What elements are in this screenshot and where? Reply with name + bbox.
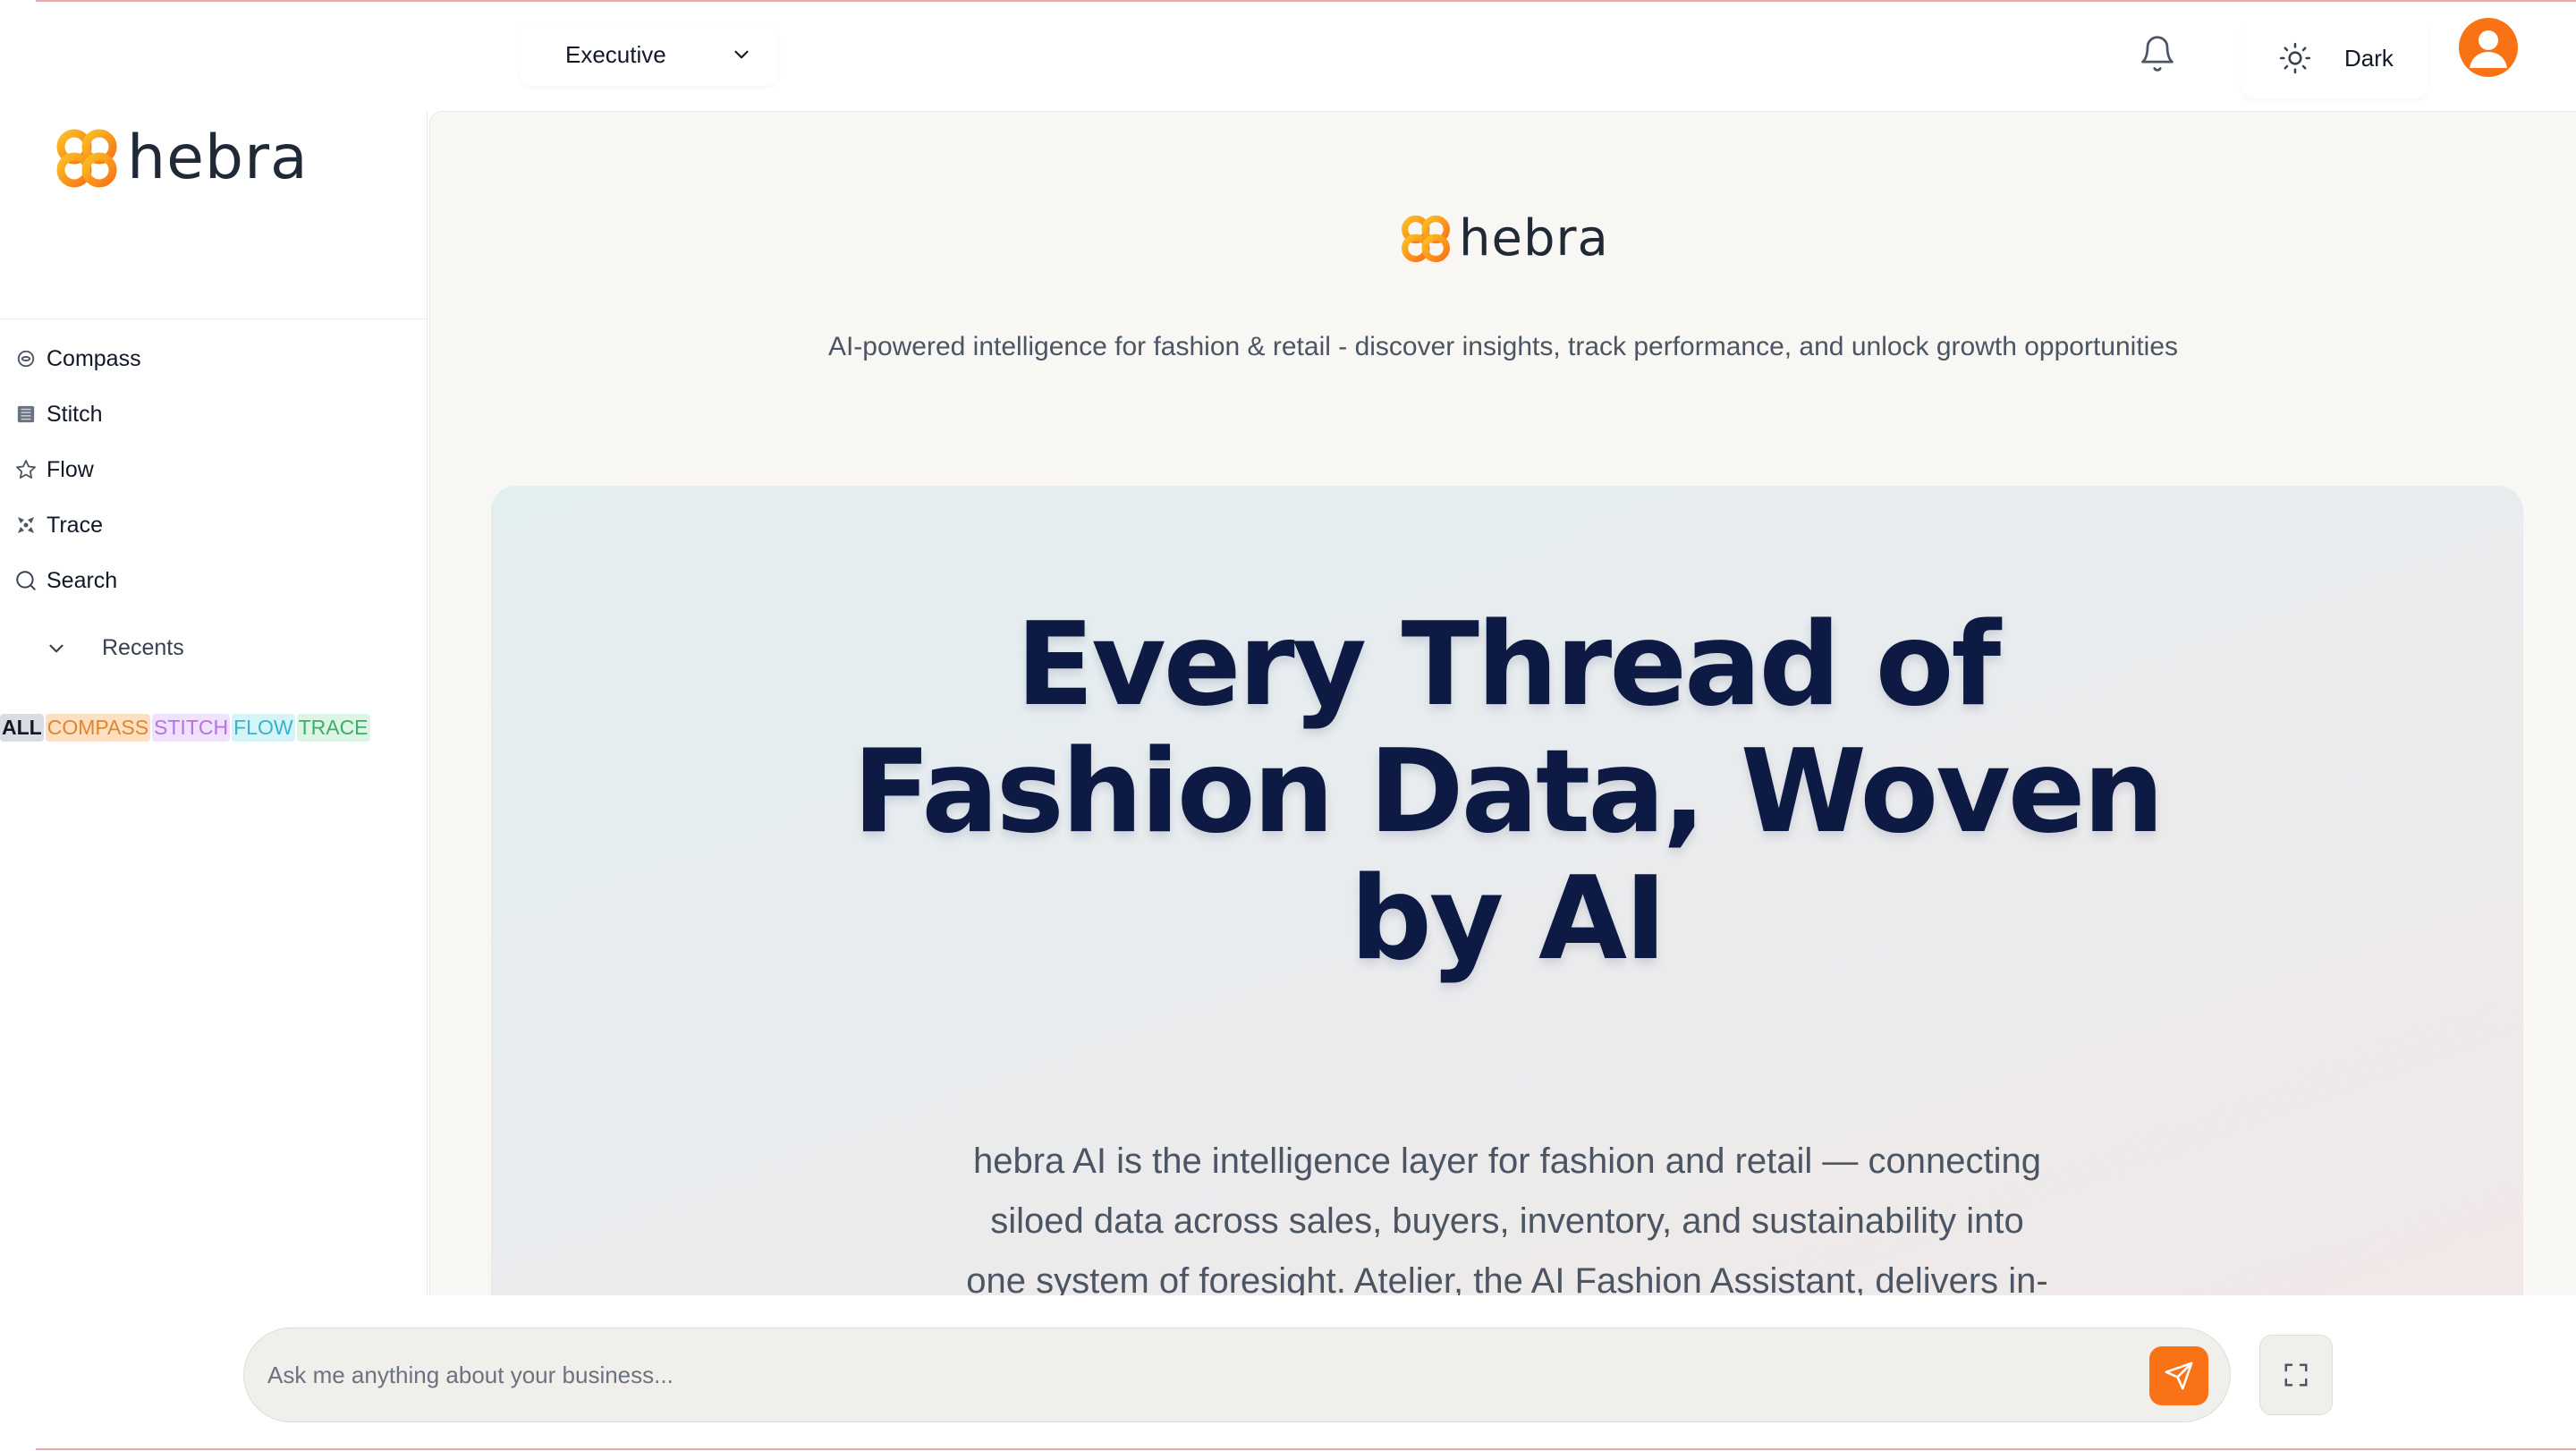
sidebar-item-label: Flow — [47, 456, 94, 482]
avatar[interactable] — [2459, 18, 2518, 77]
filter-chip-flow[interactable]: FLOW — [232, 714, 295, 742]
sidebar-item-search[interactable]: Search — [14, 553, 408, 608]
hebra-logo-mark-icon — [56, 129, 117, 188]
sidebar-item-label: Compass — [47, 345, 141, 371]
sidebar-item-label: Stitch — [47, 401, 103, 427]
user-icon — [2470, 30, 2507, 68]
chevron-down-icon — [734, 50, 749, 59]
role-select[interactable]: Executive — [519, 23, 778, 86]
chat-input-container — [243, 1328, 2231, 1422]
search-icon — [14, 569, 38, 592]
sidebar-item-label: Search — [47, 567, 118, 593]
send-button[interactable] — [2149, 1346, 2208, 1405]
sidebar-logo[interactable]: hebra — [50, 125, 309, 191]
main-brand-name: hebra — [1459, 209, 1609, 267]
sidebar-item-compass[interactable]: Compass — [14, 331, 408, 386]
filter-chip-compass[interactable]: COMPASS — [45, 714, 151, 742]
chat-input[interactable] — [267, 1361, 2110, 1389]
sidebar-item-flow[interactable]: Flow — [14, 442, 408, 497]
filter-chip-trace[interactable]: TRACE — [296, 714, 370, 742]
bell-icon[interactable] — [2138, 34, 2177, 73]
theme-toggle-label: Dark — [2344, 44, 2394, 72]
hebra-logo-mark-icon — [1402, 215, 1450, 263]
main-logo: hebra — [1396, 212, 1609, 266]
filter-chip-stitch[interactable]: STITCH — [152, 714, 231, 742]
sidebar-nav: Compass Stitch Flow Trace Search — [14, 331, 408, 608]
hero-title-line: Fashion Data, Woven — [852, 726, 2164, 859]
recents-label: Recents — [102, 635, 184, 660]
hero-card: Every Thread of Fashion Data, Woven by A… — [491, 486, 2523, 1296]
tagline: AI-powered intelligence for fashion & re… — [827, 332, 2179, 361]
hero-title-line: by AI — [1350, 853, 1666, 986]
sidebar-item-label: Trace — [47, 512, 103, 538]
chevron-down-icon — [49, 644, 64, 652]
filter-chip-all[interactable]: ALL — [0, 714, 44, 742]
compass-icon — [14, 347, 38, 370]
expand-button[interactable] — [2259, 1335, 2333, 1415]
top-header: Executive Dark — [0, 0, 2576, 111]
trace-icon — [14, 513, 38, 537]
brand-name: hebra — [127, 123, 309, 193]
main-content: hebra AI-powered intelligence for fashio… — [429, 111, 2576, 1296]
recents-filter-chips: ALL COMPASS STITCH FLOW TRACE — [0, 714, 370, 742]
hero-description: hebra AI is the intelligence layer for f… — [966, 1141, 2048, 1296]
theme-toggle-button[interactable]: Dark — [2241, 18, 2428, 98]
sidebar — [0, 111, 428, 1296]
star-icon — [14, 458, 38, 481]
role-select-value: Executive — [565, 40, 666, 68]
hero-title: Every Thread of Fashion Data, Woven by A… — [491, 602, 2523, 983]
chat-bar — [0, 1295, 2576, 1447]
sun-icon — [2279, 42, 2311, 74]
sidebar-item-stitch[interactable]: Stitch — [14, 386, 408, 442]
expand-icon — [2284, 1363, 2308, 1387]
bottom-accent-line — [36, 1448, 2576, 1450]
sidebar-divider — [0, 318, 428, 319]
send-icon — [2165, 1362, 2193, 1390]
stitch-icon — [14, 403, 38, 426]
recents-toggle[interactable]: Recents — [45, 635, 184, 661]
sidebar-item-trace[interactable]: Trace — [14, 497, 408, 553]
hero-title-line: Every Thread of — [1015, 598, 2001, 732]
